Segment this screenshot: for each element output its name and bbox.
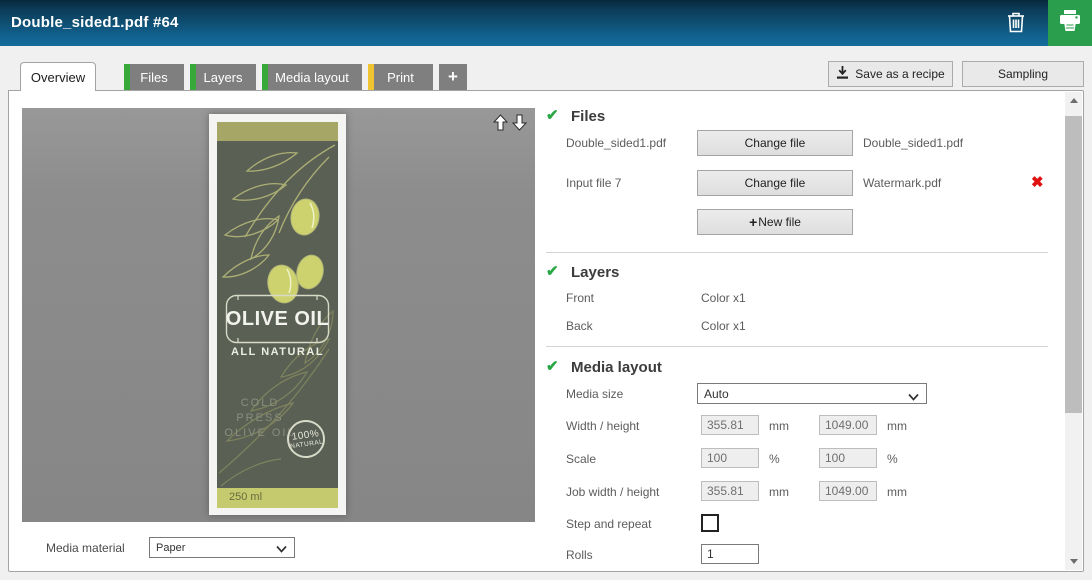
width-height-label: Width / height <box>566 419 639 433</box>
change-file-label: Change file <box>745 136 806 150</box>
save-as-recipe-label: Save as a recipe <box>855 67 944 81</box>
print-job-button[interactable] <box>1048 0 1092 46</box>
plus-icon: + <box>448 67 458 87</box>
media-height-input <box>819 415 877 435</box>
label-subtitle: ALL NATURAL <box>217 346 338 358</box>
files-status-check-icon: ✔ <box>546 107 564 125</box>
layers-status-check-icon: ✔ <box>546 263 564 281</box>
file-row-label: Double_sided1.pdf <box>566 136 666 150</box>
new-file-button[interactable]: + New file <box>697 209 853 235</box>
scrollbar[interactable] <box>1065 92 1082 570</box>
job-width-unit: mm <box>769 485 789 499</box>
tab-status-green <box>190 64 196 90</box>
layer-row-value: Color x1 <box>701 319 746 333</box>
scrollbar-thumb[interactable] <box>1065 116 1082 413</box>
overview-panel: OLIVE OIL ALL NATURAL COLD PRESS OLIVE O… <box>8 90 1084 572</box>
trash-icon <box>1005 10 1027 39</box>
label-product-name: OLIVE OIL <box>226 308 329 331</box>
media-layout-section-heading: Media layout <box>571 359 662 376</box>
section-divider <box>546 252 1048 253</box>
save-as-recipe-button[interactable]: Save as a recipe <box>828 61 953 87</box>
sampling-button[interactable]: Sampling <box>962 61 1084 87</box>
titlebar: Double_sided1.pdf #64 <box>0 0 1092 46</box>
tab-print[interactable]: Print <box>368 64 433 90</box>
files-section-heading: Files <box>571 108 605 125</box>
save-recipe-icon <box>836 66 849 82</box>
label-volume: 250 ml <box>229 491 262 503</box>
job-height-unit: mm <box>887 485 907 499</box>
scale-y-input <box>819 448 877 468</box>
scale-label: Scale <box>566 452 596 466</box>
tab-media-layout[interactable]: Media layout <box>262 64 362 90</box>
job-title: Double_sided1.pdf #64 <box>11 0 179 46</box>
layer-row-label: Back <box>566 319 593 333</box>
label-artwork-preview: OLIVE OIL ALL NATURAL COLD PRESS OLIVE O… <box>209 114 346 515</box>
delete-job-button[interactable] <box>1000 8 1032 40</box>
change-file-button[interactable]: Change file <box>697 170 853 196</box>
media-width-input <box>701 415 759 435</box>
width-unit: mm <box>769 419 789 433</box>
media-material-select[interactable]: Paper <box>149 537 295 558</box>
job-height-input <box>819 481 877 501</box>
new-file-label: New file <box>758 215 801 229</box>
file-row-value: Watermark.pdf <box>863 176 941 190</box>
height-unit: mm <box>887 419 907 433</box>
tab-files-label: Files <box>140 70 167 85</box>
file-row-value: Double_sided1.pdf <box>863 136 963 150</box>
tab-print-label: Print <box>387 70 414 85</box>
step-and-repeat-checkbox[interactable] <box>701 514 719 532</box>
scale-x-unit: % <box>769 452 780 466</box>
media-material-row: Media material Paper <box>46 537 295 558</box>
tab-layers[interactable]: Layers <box>190 64 256 90</box>
layer-row-value: Color x1 <box>701 291 746 305</box>
file-row-label: Input file 7 <box>566 176 621 190</box>
scale-y-unit: % <box>887 452 898 466</box>
scroll-up-icon[interactable] <box>1065 92 1082 109</box>
rolls-input[interactable] <box>701 544 759 564</box>
tab-overview[interactable]: Overview <box>20 62 96 91</box>
media-size-value: Auto <box>704 387 729 401</box>
media-material-label: Media material <box>46 541 149 555</box>
plus-icon: + <box>749 214 757 230</box>
media-material-value: Paper <box>156 542 185 554</box>
tab-files[interactable]: Files <box>124 64 184 90</box>
media-size-label: Media size <box>566 387 623 401</box>
tab-media-layout-label: Media layout <box>275 70 349 85</box>
add-tab-button[interactable]: + <box>439 64 467 90</box>
scroll-down-icon[interactable] <box>1065 553 1082 570</box>
step-and-repeat-label: Step and repeat <box>566 517 651 531</box>
chevron-down-icon <box>276 544 287 556</box>
section-divider <box>546 346 1048 347</box>
change-file-label: Change file <box>745 176 806 190</box>
tab-status-green <box>262 64 268 90</box>
job-width-height-label: Job width / height <box>566 485 659 499</box>
media-layout-status-check-icon: ✔ <box>546 358 564 376</box>
label-body: OLIVE OIL ALL NATURAL COLD PRESS OLIVE O… <box>217 141 338 488</box>
printer-icon <box>1057 8 1083 39</box>
layers-section-heading: Layers <box>571 264 619 281</box>
tab-status-green <box>124 64 130 90</box>
remove-file-icon[interactable]: ✖ <box>1031 175 1044 191</box>
layer-row-label: Front <box>566 291 594 305</box>
media-size-select[interactable]: Auto <box>697 383 927 404</box>
sampling-label: Sampling <box>998 67 1048 81</box>
label-tagline-line1: COLD PRESS <box>219 396 301 426</box>
label-top-band <box>217 122 338 141</box>
rolls-label: Rolls <box>566 548 593 562</box>
job-editor-window: Double_sided1.pdf #64 <box>0 0 1092 580</box>
chevron-down-icon <box>908 390 919 404</box>
tab-overview-label: Overview <box>31 70 85 85</box>
label-title-frame: OLIVE OIL <box>224 293 331 345</box>
tab-status-yellow <box>368 64 374 90</box>
move-up-icon[interactable] <box>493 114 508 136</box>
label-bottom-band: 250 ml <box>217 488 338 508</box>
move-down-icon[interactable] <box>512 114 527 136</box>
job-width-input <box>701 481 759 501</box>
tab-layers-label: Layers <box>203 70 242 85</box>
scale-x-input <box>701 448 759 468</box>
job-preview: OLIVE OIL ALL NATURAL COLD PRESS OLIVE O… <box>22 108 535 522</box>
change-file-button[interactable]: Change file <box>697 130 853 156</box>
